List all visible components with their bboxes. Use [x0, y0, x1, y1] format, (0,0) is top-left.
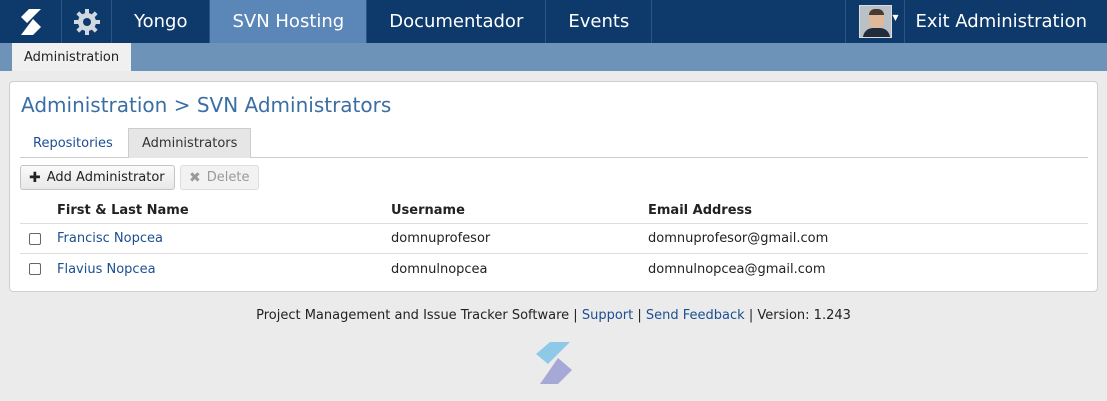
email-cell: domnulnopcea@gmail.com [648, 261, 826, 277]
nav-spacer [652, 0, 847, 43]
sub-navigation-bar: Administration [0, 43, 1107, 71]
add-administrator-button[interactable]: ✚ Add Administrator [20, 165, 175, 190]
column-header-username[interactable]: Username [391, 198, 465, 223]
nav-item-svn-hosting[interactable]: SVN Hosting [210, 0, 368, 43]
gear-icon[interactable] [62, 0, 112, 43]
content-panel: Administration > SVN Administrators Repo… [9, 81, 1098, 292]
close-icon: ✖ [189, 169, 201, 186]
email-cell: domnuprofesor@gmail.com [648, 231, 829, 246]
username-cell: domnuprofesor [391, 231, 491, 246]
support-link[interactable]: Support [582, 308, 633, 323]
footer: Project Management and Issue Tracker Sof… [0, 308, 1107, 323]
exit-administration-link[interactable]: Exit Administration [905, 0, 1107, 43]
footer-separator: | [637, 308, 642, 323]
tab-strip: Repositories Administrators [20, 128, 1088, 158]
username-cell: domnulnopcea [391, 261, 488, 277]
tab-administrators[interactable]: Administrators [128, 128, 252, 158]
top-navigation-bar: Yongo SVN Hosting Documentador Events ▼ … [0, 0, 1107, 43]
administrator-name-link[interactable]: Flavius Nopcea [57, 254, 156, 284]
version-text: Version: 1.243 [757, 308, 851, 323]
send-feedback-link[interactable]: Send Feedback [646, 308, 745, 323]
caret-down-icon[interactable]: ▼ [892, 13, 898, 22]
table-row: Flavius Nopcea domnulnopcea domnulnopcea… [20, 254, 1088, 284]
column-header-name[interactable]: First & Last Name [57, 198, 189, 223]
row-checkbox[interactable] [29, 263, 41, 275]
add-administrator-label: Add Administrator [46, 170, 165, 185]
nav-item-events[interactable]: Events [546, 0, 653, 43]
delete-button[interactable]: ✖ Delete [180, 165, 260, 190]
user-menu[interactable]: ▼ [846, 0, 906, 43]
yongo-logo-icon[interactable] [0, 0, 62, 43]
footer-logo-icon [530, 340, 578, 390]
tab-repositories[interactable]: Repositories [20, 128, 126, 158]
administrator-name-link[interactable]: Francisc Nopcea [57, 224, 163, 253]
avatar[interactable] [858, 5, 892, 38]
column-header-email[interactable]: Email Address [648, 198, 752, 223]
footer-separator: | [573, 308, 578, 323]
footer-separator: | [748, 308, 754, 323]
footer-product-text: Project Management and Issue Tracker Sof… [256, 308, 570, 323]
subnav-tab-administration[interactable]: Administration [12, 43, 132, 71]
nav-item-documentador[interactable]: Documentador [367, 0, 547, 43]
page-title: Administration > SVN Administrators [21, 93, 392, 117]
delete-label: Delete [206, 170, 250, 185]
row-checkbox[interactable] [29, 232, 41, 245]
plus-icon: ✚ [29, 169, 41, 186]
nav-item-yongo[interactable]: Yongo [112, 0, 211, 43]
table-header: First & Last Name Username Email Address [20, 198, 1088, 224]
table-row: Francisc Nopcea domnuprofesor domnuprofe… [20, 224, 1088, 254]
